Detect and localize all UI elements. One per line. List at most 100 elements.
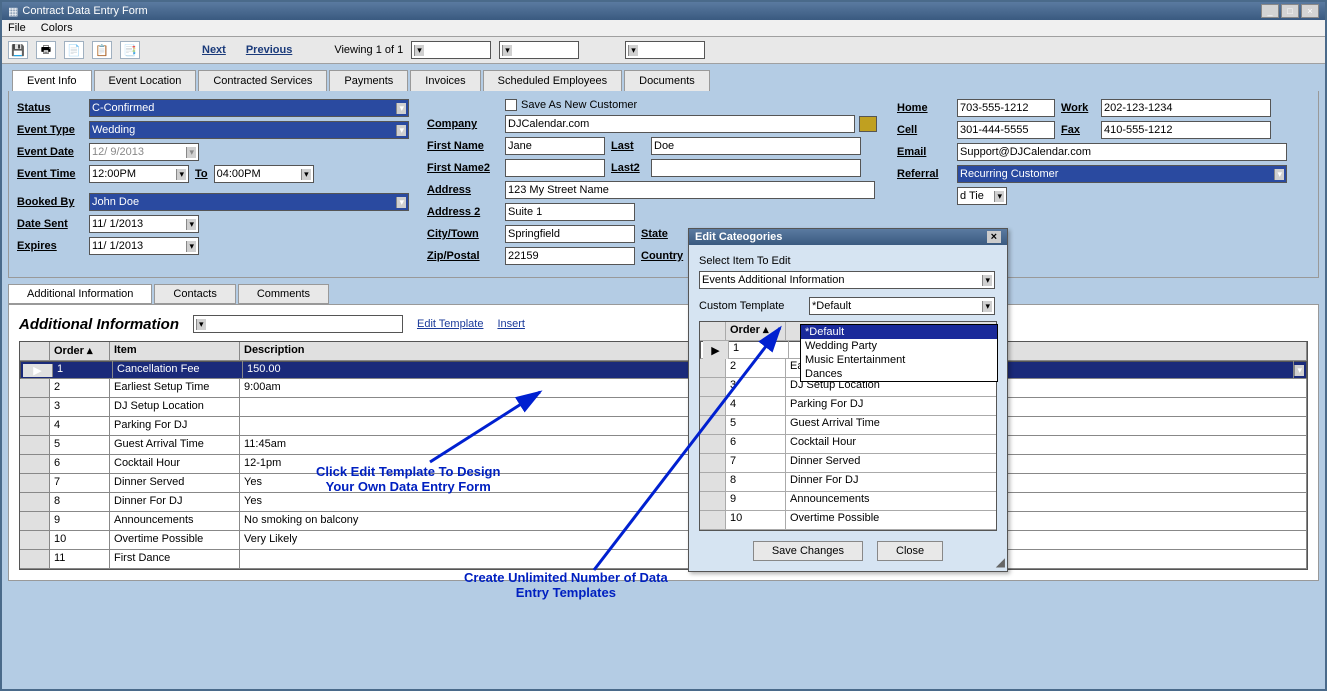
zip-label: Zip/Postal <box>427 250 505 262</box>
next-link[interactable]: Next <box>202 44 226 56</box>
tool-icon[interactable]: 📋 <box>92 41 112 59</box>
address2-input[interactable] <box>505 203 635 221</box>
work-input[interactable] <box>1101 99 1271 117</box>
company-input[interactable] <box>505 115 855 133</box>
folder-icon[interactable] <box>859 116 877 132</box>
table-row[interactable]: 6Cocktail Hour12-1pm <box>20 455 1307 474</box>
last-input[interactable] <box>651 137 861 155</box>
addinfo-grid[interactable]: Order ▴ItemDescription▶1Cancellation Fee… <box>19 341 1308 570</box>
booked-select[interactable]: John Doe <box>89 193 409 211</box>
table-row[interactable]: 10Overtime Possible <box>700 511 996 530</box>
city-label: City/Town <box>427 228 505 240</box>
table-row[interactable]: 5Guest Arrival Time11:45am <box>20 436 1307 455</box>
tab-contracted-services[interactable]: Contracted Services <box>198 70 327 91</box>
address-input[interactable] <box>505 181 875 199</box>
tab-event-info[interactable]: Event Info <box>12 70 92 91</box>
eventdate-label: Event Date <box>17 146 89 158</box>
page-icon[interactable]: 📄 <box>64 41 84 59</box>
menu-colors[interactable]: Colors <box>41 22 73 34</box>
fax-input[interactable] <box>1101 121 1271 139</box>
minimize-button[interactable]: _ <box>1261 4 1279 18</box>
edit-template-link[interactable]: Edit Template <box>417 318 483 330</box>
last2-input[interactable] <box>651 159 861 177</box>
table-row[interactable]: 3DJ Setup Location <box>20 398 1307 417</box>
custom-template-dropdown[interactable]: *Default <box>809 297 995 315</box>
main-tabs: Event Info Event Location Contracted Ser… <box>2 64 1325 91</box>
referral-select[interactable]: Recurring Customer <box>957 165 1287 183</box>
tab-documents[interactable]: Documents <box>624 70 710 91</box>
copy-icon[interactable]: 📑 <box>120 41 140 59</box>
tab-invoices[interactable]: Invoices <box>410 70 480 91</box>
home-input[interactable] <box>957 99 1055 117</box>
viewing-dropdown-3[interactable] <box>625 41 705 59</box>
referral-label: Referral <box>897 168 957 180</box>
close-button[interactable]: Close <box>877 541 943 561</box>
subtab-comments[interactable]: Comments <box>238 284 329 304</box>
cell-label: Cell <box>897 124 957 136</box>
last-label: Last <box>611 140 651 152</box>
city-input[interactable] <box>505 225 635 243</box>
save-changes-button[interactable]: Save Changes <box>753 541 863 561</box>
eventdate-input[interactable]: 12/ 9/2013 <box>89 143 199 161</box>
table-row[interactable]: 11First Dance <box>20 550 1307 569</box>
extra-select[interactable]: d Tie <box>957 187 1007 205</box>
to-label: To <box>195 168 208 180</box>
edit-categories-dialog[interactable]: Edit Cateogories× Select Item To Edit Ev… <box>688 228 1008 572</box>
saveas-checkbox[interactable] <box>505 99 517 111</box>
tab-payments[interactable]: Payments <box>329 70 408 91</box>
fname-input[interactable] <box>505 137 605 155</box>
dropdown-option[interactable]: Wedding Party <box>801 339 997 353</box>
eventtime-from[interactable]: 12:00PM <box>89 165 189 183</box>
subtab-contacts[interactable]: Contacts <box>154 284 235 304</box>
table-row[interactable]: 9AnnouncementsNo smoking on balcony <box>20 512 1307 531</box>
email-input[interactable] <box>957 143 1287 161</box>
eventtime-to[interactable]: 04:00PM <box>214 165 314 183</box>
datesent-input[interactable]: 11/ 1/2013 <box>89 215 199 233</box>
fname-label: First Name <box>427 140 505 152</box>
fname2-input[interactable] <box>505 159 605 177</box>
table-row[interactable]: 4Parking For DJ <box>700 397 996 416</box>
table-row[interactable]: 2Earliest Setup Time9:00am <box>20 379 1307 398</box>
previous-link[interactable]: Previous <box>246 44 292 56</box>
viewing-dropdown[interactable] <box>411 41 491 59</box>
custom-template-label: Custom Template <box>699 300 803 312</box>
table-row[interactable]: 7Dinner ServedYes <box>20 474 1307 493</box>
table-row[interactable]: 8Dinner For DJ <box>700 473 996 492</box>
dialog-close-icon[interactable]: × <box>987 231 1001 243</box>
tab-event-location[interactable]: Event Location <box>94 70 197 91</box>
cell-input[interactable] <box>957 121 1055 139</box>
work-label: Work <box>1061 102 1101 114</box>
tab-scheduled-employees[interactable]: Scheduled Employees <box>483 70 622 91</box>
insert-link[interactable]: Insert <box>497 318 525 330</box>
table-row[interactable]: 9Announcements <box>700 492 996 511</box>
table-row[interactable]: ▶1Cancellation Fee150.00 <box>20 361 1307 379</box>
table-row[interactable]: 10Overtime PossibleVery Likely <box>20 531 1307 550</box>
select-item-dropdown[interactable]: Events Additional Information <box>699 271 995 289</box>
dropdown-option[interactable]: Music Entertainment <box>801 353 997 367</box>
print-icon[interactable]: 🖶 <box>36 41 56 59</box>
titlebar[interactable]: ▦Contract Data Entry Form _ □ × <box>2 2 1325 20</box>
dropdown-option[interactable]: Dances <box>801 367 997 381</box>
email-label: Email <box>897 146 957 158</box>
table-row[interactable]: 6Cocktail Hour <box>700 435 996 454</box>
viewing-dropdown-2[interactable] <box>499 41 579 59</box>
template-options-list[interactable]: *DefaultWedding PartyMusic Entertainment… <box>800 324 998 382</box>
zip-input[interactable] <box>505 247 635 265</box>
addinfo-title: Additional Information <box>19 316 179 333</box>
menu-file[interactable]: File <box>8 22 26 34</box>
table-row[interactable]: 5Guest Arrival Time <box>700 416 996 435</box>
maximize-button[interactable]: □ <box>1281 4 1299 18</box>
menubar: File Colors <box>2 20 1325 37</box>
resize-grip-icon[interactable]: ◢ <box>996 555 1005 569</box>
subtab-additional-info[interactable]: Additional Information <box>8 284 152 304</box>
close-button[interactable]: × <box>1301 4 1319 18</box>
dropdown-option[interactable]: *Default <box>801 325 997 339</box>
save-icon[interactable]: 💾 <box>8 41 28 59</box>
addinfo-dropdown[interactable] <box>193 315 403 333</box>
expires-input[interactable]: 11/ 1/2013 <box>89 237 199 255</box>
table-row[interactable]: 4Parking For DJ <box>20 417 1307 436</box>
status-select[interactable]: C-Confirmed <box>89 99 409 117</box>
eventtype-select[interactable]: Wedding <box>89 121 409 139</box>
table-row[interactable]: 8Dinner For DJYes <box>20 493 1307 512</box>
table-row[interactable]: 7Dinner Served <box>700 454 996 473</box>
